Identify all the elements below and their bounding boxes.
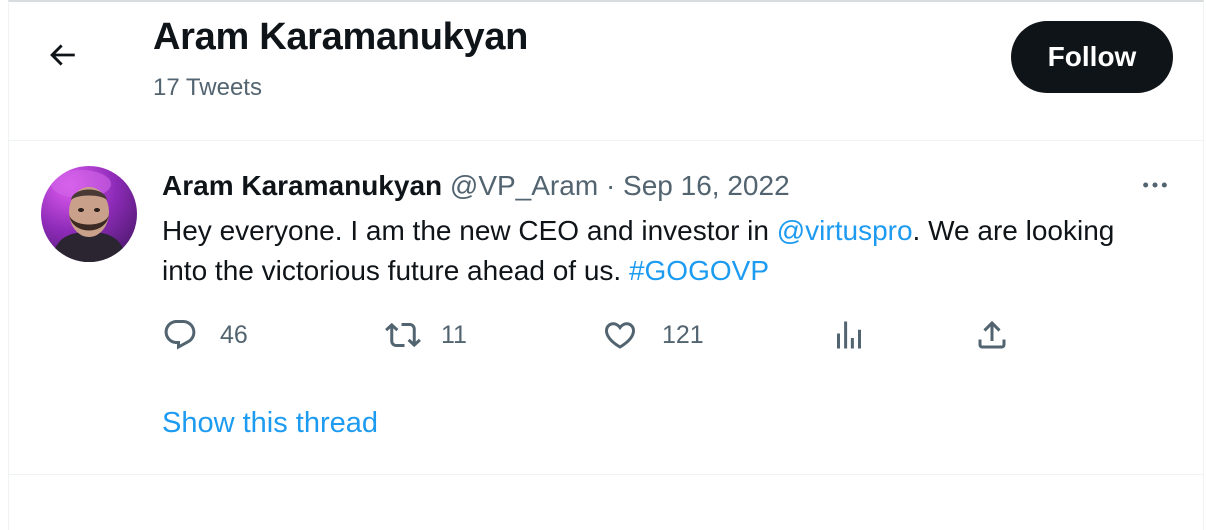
follow-button[interactable]: Follow — [1011, 21, 1173, 93]
arrow-left-icon — [45, 38, 79, 77]
reply-count: 46 — [220, 320, 248, 349]
share-icon — [974, 317, 1010, 353]
reply-icon — [162, 317, 198, 353]
like-count: 121 — [662, 320, 704, 349]
tweet-text: Hey everyone. I am the new CEO and inves… — [162, 211, 1122, 291]
mention-link[interactable]: @virtuspro — [777, 215, 913, 246]
reply-button[interactable]: 46 — [162, 313, 248, 357]
more-button[interactable] — [1135, 167, 1175, 207]
author-handle[interactable]: @VP_Aram — [450, 170, 598, 201]
heart-icon — [602, 317, 638, 353]
tweet-actions: 46 11 121 — [9, 313, 1203, 357]
retweet-button[interactable]: 11 — [385, 313, 467, 357]
tweet-count: 17 Tweets — [153, 74, 262, 101]
views-button[interactable] — [831, 313, 867, 357]
page-title: Aram Karamanukyan — [153, 16, 529, 58]
tweet-text-part: Hey everyone. I am the new CEO and inves… — [162, 215, 777, 246]
tweet-date[interactable]: Sep 16, 2022 — [623, 170, 790, 201]
profile-timeline: Aram Karamanukyan 17 Tweets Follow Aram … — [8, 0, 1204, 530]
share-button[interactable] — [974, 313, 1010, 357]
avatar-image — [51, 170, 127, 262]
avatar[interactable] — [41, 166, 137, 262]
like-button[interactable]: 121 — [602, 313, 704, 357]
hashtag-link[interactable]: #GOGOVP — [629, 255, 769, 286]
separator-dot: · — [605, 170, 616, 201]
retweet-count: 11 — [441, 320, 467, 349]
tweet[interactable]: Aram Karamanukyan @VP_Aram · Sep 16, 202… — [9, 141, 1203, 475]
more-horizontal-icon — [1139, 169, 1171, 206]
retweet-icon — [385, 317, 421, 353]
tweet-header: Aram Karamanukyan @VP_Aram · Sep 16, 202… — [162, 170, 790, 202]
analytics-icon — [831, 317, 867, 353]
show-thread-link[interactable]: Show this thread — [162, 407, 378, 440]
back-button[interactable] — [37, 32, 87, 82]
profile-header: Aram Karamanukyan 17 Tweets Follow — [9, 2, 1203, 141]
author-name[interactable]: Aram Karamanukyan — [162, 170, 442, 201]
